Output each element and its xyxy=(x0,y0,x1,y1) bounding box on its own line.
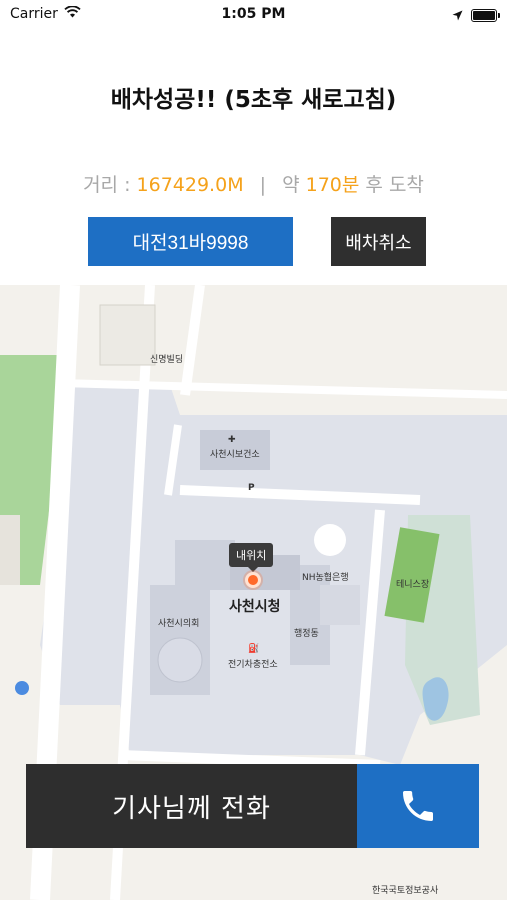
trip-info: 거리 : 167429.0M | 약 170분 후 도착 xyxy=(0,170,507,197)
fuel-icon: ⛽ xyxy=(248,644,260,654)
status-time: 1:05 PM xyxy=(221,6,286,22)
status-bar: Carrier 1:05 PM xyxy=(0,0,507,30)
eta-prefix: 약 xyxy=(282,174,300,196)
map-place-land-corp: 한국국토정보공사 xyxy=(372,886,439,896)
map-place-health-center: 사천시보건소 xyxy=(210,450,260,460)
map-place-ev-charger: 전기차충전소 xyxy=(228,660,278,670)
map-place-health-center-icon: ✚ xyxy=(228,435,236,445)
call-driver-button[interactable]: 기사님께 전화 xyxy=(26,764,357,848)
location-arrow-icon xyxy=(452,6,463,25)
call-driver-bar[interactable]: 기사님께 전화 xyxy=(26,764,479,848)
phone-icon[interactable] xyxy=(357,764,479,848)
map-place-tennis: 테니스장 xyxy=(396,580,430,590)
eta-value: 170분 xyxy=(305,174,360,196)
map-place-council: 사천시의회 xyxy=(158,619,200,629)
my-location-pin-icon[interactable] xyxy=(245,572,261,588)
distance-label: 거리 : xyxy=(83,174,131,196)
vehicle-plate-button[interactable]: 대전31바9998 xyxy=(88,217,293,266)
info-separator: | xyxy=(259,174,267,196)
map-place-admin: 행정동 xyxy=(294,629,319,639)
map-place-building: 신명빌딩 xyxy=(150,355,184,365)
cancel-dispatch-button[interactable]: 배차취소 xyxy=(331,217,426,266)
battery-icon xyxy=(471,9,500,22)
map-place-city-hall: 사천시청 xyxy=(229,599,281,615)
map-place-bank: NH농협은행 xyxy=(302,573,349,583)
page-title: 배차성공!! (5초후 새로고침) xyxy=(110,87,397,113)
eta-suffix: 후 도착 xyxy=(365,174,424,196)
distance-value: 167429.0M xyxy=(136,174,244,196)
my-location-tooltip: 내위치 xyxy=(229,543,274,572)
parking-icon: P xyxy=(248,483,255,493)
